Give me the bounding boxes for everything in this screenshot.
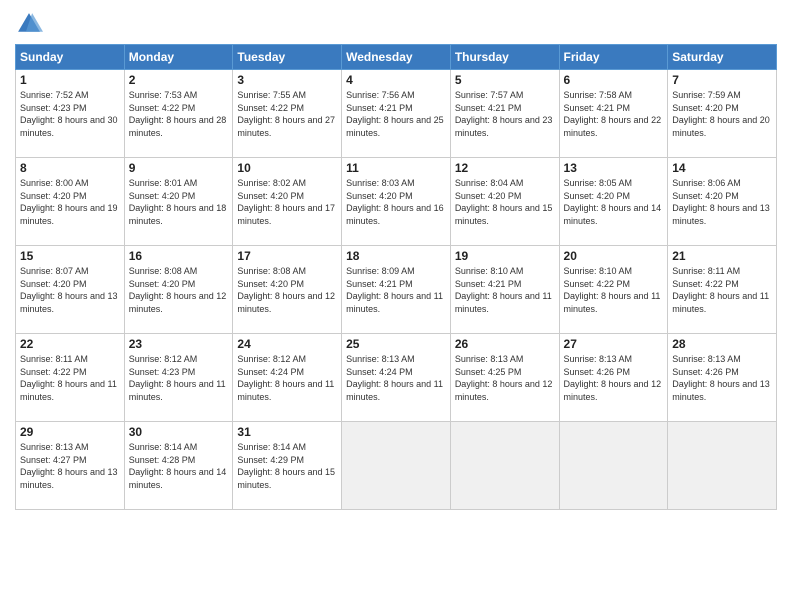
calendar-cell-24: 24Sunrise: 8:12 AMSunset: 4:24 PMDayligh… <box>233 334 342 422</box>
calendar-cell-26: 26Sunrise: 8:13 AMSunset: 4:25 PMDayligh… <box>450 334 559 422</box>
calendar-week-3: 22Sunrise: 8:11 AMSunset: 4:22 PMDayligh… <box>16 334 777 422</box>
calendar-cell-30: 30Sunrise: 8:14 AMSunset: 4:28 PMDayligh… <box>124 422 233 510</box>
day-header-sunday: Sunday <box>16 45 125 70</box>
day-header-monday: Monday <box>124 45 233 70</box>
calendar-cell-9: 9Sunrise: 8:01 AMSunset: 4:20 PMDaylight… <box>124 158 233 246</box>
calendar-cell-20: 20Sunrise: 8:10 AMSunset: 4:22 PMDayligh… <box>559 246 668 334</box>
calendar-cell-21: 21Sunrise: 8:11 AMSunset: 4:22 PMDayligh… <box>668 246 777 334</box>
logo-icon <box>15 10 43 38</box>
calendar-cell-16: 16Sunrise: 8:08 AMSunset: 4:20 PMDayligh… <box>124 246 233 334</box>
calendar-cell-15: 15Sunrise: 8:07 AMSunset: 4:20 PMDayligh… <box>16 246 125 334</box>
calendar-cell-25: 25Sunrise: 8:13 AMSunset: 4:24 PMDayligh… <box>342 334 451 422</box>
page-container: SundayMondayTuesdayWednesdayThursdayFrid… <box>0 0 792 612</box>
calendar-cell-23: 23Sunrise: 8:12 AMSunset: 4:23 PMDayligh… <box>124 334 233 422</box>
calendar-cell-13: 13Sunrise: 8:05 AMSunset: 4:20 PMDayligh… <box>559 158 668 246</box>
calendar-cell-empty <box>450 422 559 510</box>
calendar-cell-29: 29Sunrise: 8:13 AMSunset: 4:27 PMDayligh… <box>16 422 125 510</box>
header <box>15 10 777 38</box>
calendar-cell-5: 5Sunrise: 7:57 AMSunset: 4:21 PMDaylight… <box>450 70 559 158</box>
calendar-cell-empty <box>559 422 668 510</box>
calendar-cell-2: 2Sunrise: 7:53 AMSunset: 4:22 PMDaylight… <box>124 70 233 158</box>
calendar-cell-8: 8Sunrise: 8:00 AMSunset: 4:20 PMDaylight… <box>16 158 125 246</box>
calendar-cell-17: 17Sunrise: 8:08 AMSunset: 4:20 PMDayligh… <box>233 246 342 334</box>
calendar-cell-18: 18Sunrise: 8:09 AMSunset: 4:21 PMDayligh… <box>342 246 451 334</box>
calendar-cell-empty <box>668 422 777 510</box>
calendar-cell-1: 1Sunrise: 7:52 AMSunset: 4:23 PMDaylight… <box>16 70 125 158</box>
calendar-cell-19: 19Sunrise: 8:10 AMSunset: 4:21 PMDayligh… <box>450 246 559 334</box>
calendar-cell-11: 11Sunrise: 8:03 AMSunset: 4:20 PMDayligh… <box>342 158 451 246</box>
calendar-cell-empty <box>342 422 451 510</box>
calendar-cell-12: 12Sunrise: 8:04 AMSunset: 4:20 PMDayligh… <box>450 158 559 246</box>
calendar-cell-14: 14Sunrise: 8:06 AMSunset: 4:20 PMDayligh… <box>668 158 777 246</box>
day-header-wednesday: Wednesday <box>342 45 451 70</box>
calendar-cell-6: 6Sunrise: 7:58 AMSunset: 4:21 PMDaylight… <box>559 70 668 158</box>
day-header-friday: Friday <box>559 45 668 70</box>
calendar-cell-3: 3Sunrise: 7:55 AMSunset: 4:22 PMDaylight… <box>233 70 342 158</box>
calendar-week-2: 15Sunrise: 8:07 AMSunset: 4:20 PMDayligh… <box>16 246 777 334</box>
calendar-cell-7: 7Sunrise: 7:59 AMSunset: 4:20 PMDaylight… <box>668 70 777 158</box>
calendar-cell-27: 27Sunrise: 8:13 AMSunset: 4:26 PMDayligh… <box>559 334 668 422</box>
calendar-table: SundayMondayTuesdayWednesdayThursdayFrid… <box>15 44 777 510</box>
calendar-week-0: 1Sunrise: 7:52 AMSunset: 4:23 PMDaylight… <box>16 70 777 158</box>
day-header-tuesday: Tuesday <box>233 45 342 70</box>
day-header-saturday: Saturday <box>668 45 777 70</box>
day-header-thursday: Thursday <box>450 45 559 70</box>
calendar-cell-10: 10Sunrise: 8:02 AMSunset: 4:20 PMDayligh… <box>233 158 342 246</box>
calendar-cell-22: 22Sunrise: 8:11 AMSunset: 4:22 PMDayligh… <box>16 334 125 422</box>
calendar-week-1: 8Sunrise: 8:00 AMSunset: 4:20 PMDaylight… <box>16 158 777 246</box>
logo <box>15 10 47 38</box>
calendar-week-4: 29Sunrise: 8:13 AMSunset: 4:27 PMDayligh… <box>16 422 777 510</box>
calendar-cell-31: 31Sunrise: 8:14 AMSunset: 4:29 PMDayligh… <box>233 422 342 510</box>
calendar-cell-28: 28Sunrise: 8:13 AMSunset: 4:26 PMDayligh… <box>668 334 777 422</box>
calendar-header-row: SundayMondayTuesdayWednesdayThursdayFrid… <box>16 45 777 70</box>
calendar-cell-4: 4Sunrise: 7:56 AMSunset: 4:21 PMDaylight… <box>342 70 451 158</box>
